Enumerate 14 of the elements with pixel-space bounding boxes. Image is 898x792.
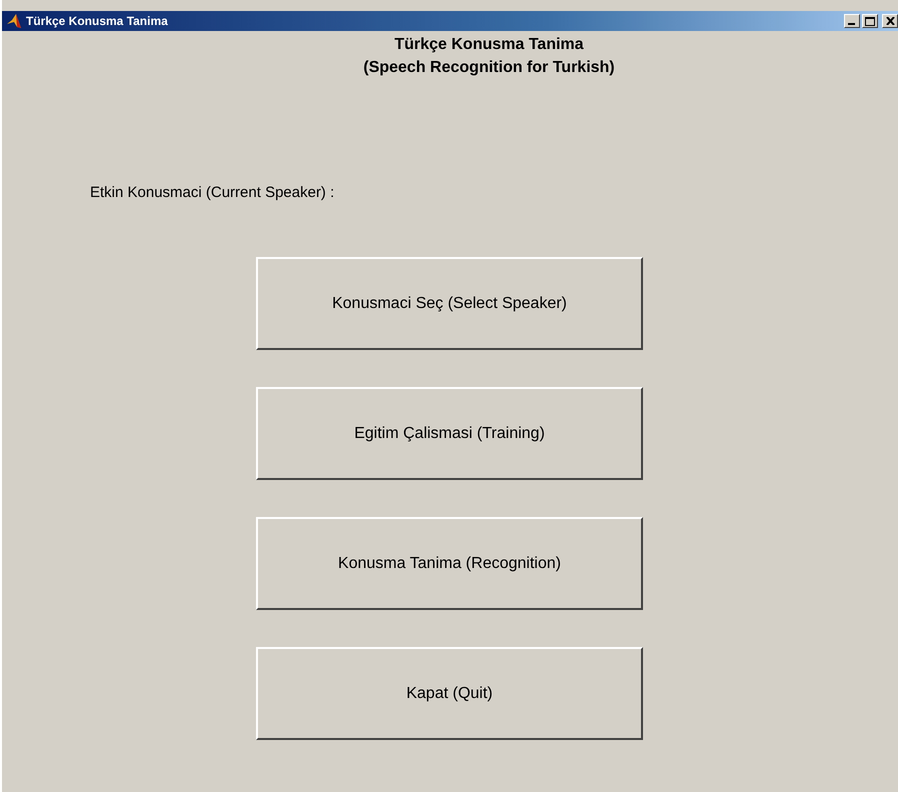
minimize-button[interactable]: [844, 14, 860, 28]
speaker-label: Etkin Konusmaci (Current Speaker) :: [90, 184, 336, 201]
action-button[interactable]: Egitim Çalismasi (Training): [256, 387, 643, 480]
heading-text: Türkçe Konusma Tanima: [393, 35, 585, 55]
action-button[interactable]: Kapat (Quit): [256, 647, 643, 740]
action-button[interactable]: Konusma Tanima (Recognition): [256, 517, 643, 610]
maximize-button[interactable]: [862, 14, 878, 28]
close-icon: [886, 17, 894, 25]
action-button[interactable]: Konusmaci Seç (Select Speaker): [256, 257, 643, 350]
close-button[interactable]: [882, 14, 898, 28]
maximize-icon: [865, 16, 875, 26]
app-logo-icon: [6, 13, 22, 29]
heading-text: (Speech Recognition for Turkish): [362, 58, 616, 78]
window-title: Türkçe Konusma Tanima: [26, 14, 168, 28]
